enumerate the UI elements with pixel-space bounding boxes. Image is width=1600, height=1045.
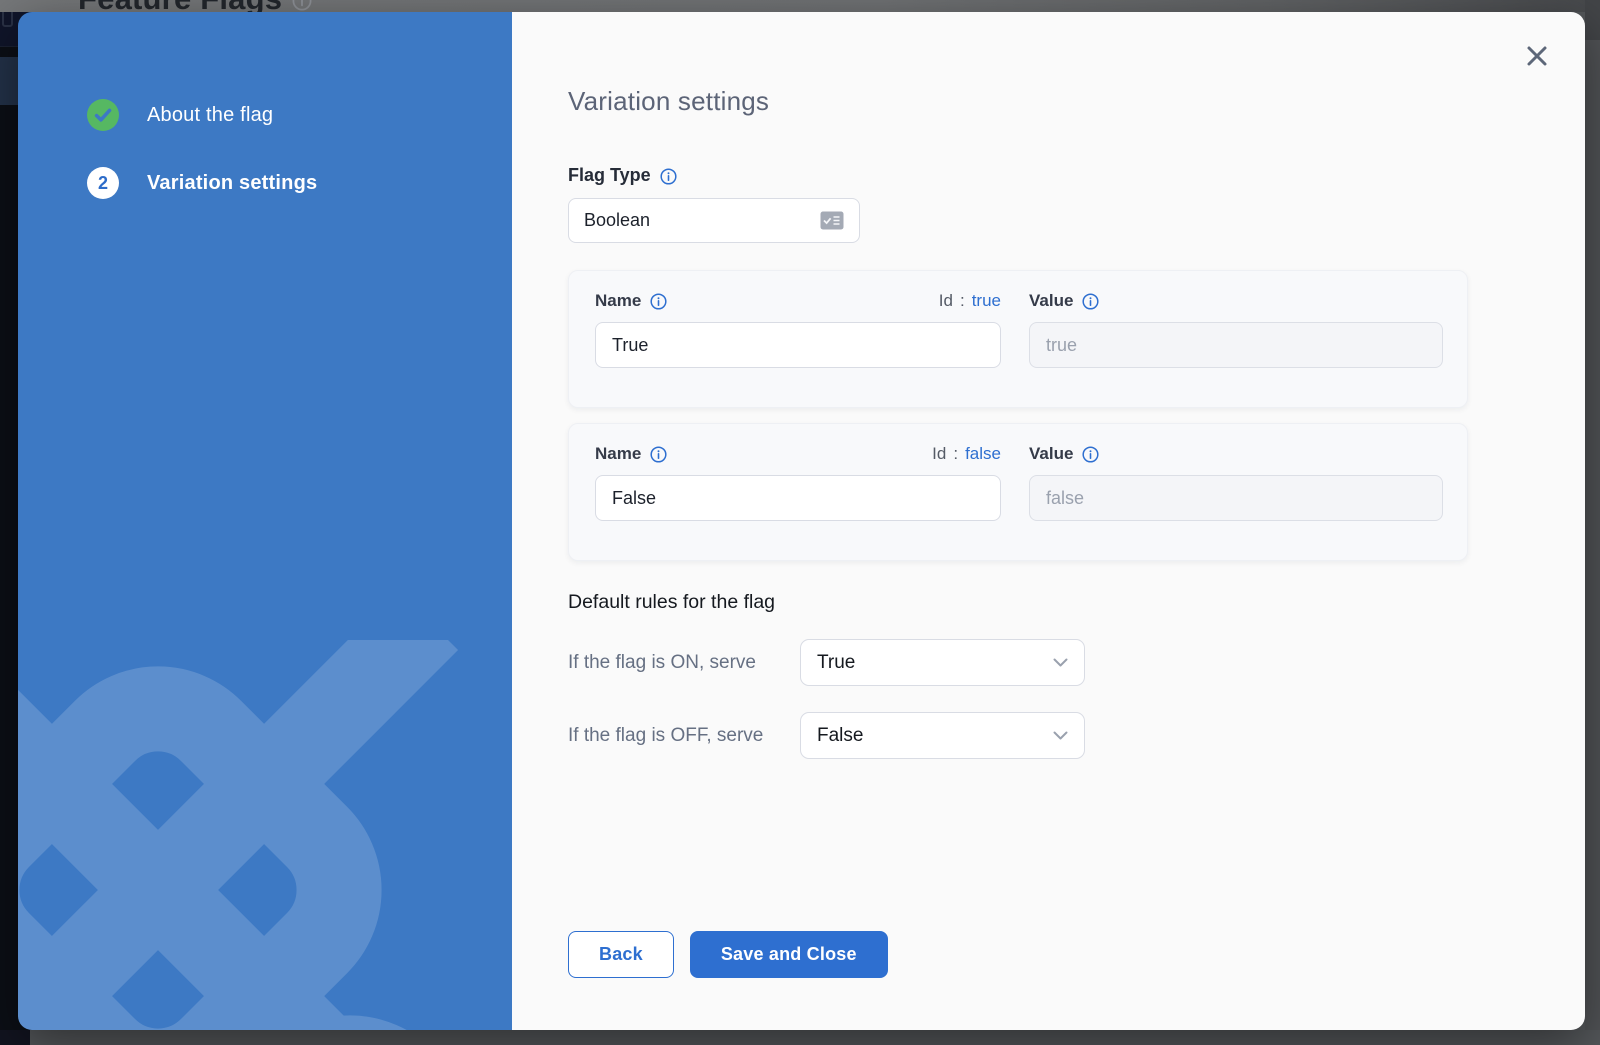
serve-when-off-select[interactable]: False bbox=[800, 712, 1085, 759]
save-and-close-button[interactable]: Save and Close bbox=[690, 931, 888, 978]
variation-id-value: true bbox=[972, 291, 1001, 311]
chevron-down-icon bbox=[1053, 731, 1068, 740]
background-right-edge-top bbox=[1585, 0, 1600, 40]
info-icon[interactable] bbox=[650, 293, 667, 310]
variation-card-true: Name Id : true Value bbox=[568, 270, 1468, 408]
background-page-title: Feature Flags bbox=[78, 0, 282, 12]
info-icon[interactable] bbox=[1082, 293, 1099, 310]
variation-id-value: false bbox=[965, 444, 1001, 464]
variation-id: Id : true bbox=[939, 291, 1001, 311]
flag-type-select[interactable]: Boolean bbox=[568, 198, 860, 243]
default-rules-title: Default rules for the flag bbox=[568, 591, 1585, 614]
info-icon[interactable] bbox=[660, 168, 677, 185]
step-label: About the flag bbox=[147, 104, 273, 127]
panel-title: Variation settings bbox=[568, 86, 1585, 117]
serve-when-on-select[interactable]: True bbox=[800, 639, 1085, 686]
step-2-badge-icon: 2 bbox=[87, 167, 119, 199]
name-label: Name bbox=[595, 291, 641, 311]
close-icon bbox=[1525, 44, 1549, 68]
info-icon[interactable] bbox=[1082, 446, 1099, 463]
value-label: Value bbox=[1029, 291, 1073, 311]
background-bottom-edge bbox=[0, 1030, 1600, 1045]
flag-type-label: Flag Type bbox=[568, 165, 651, 186]
variation-value-input[interactable] bbox=[1029, 322, 1443, 368]
variation-name-input[interactable] bbox=[595, 475, 1001, 521]
wizard-sidebar: About the flag 2 Variation settings bbox=[18, 12, 512, 1030]
rule-row-on: If the flag is ON, serve True bbox=[568, 639, 1585, 686]
variation-settings-panel: Variation settings Flag Type Boolean Nam… bbox=[512, 12, 1585, 1030]
rule-on-label: If the flag is ON, serve bbox=[568, 652, 800, 674]
step-about-the-flag[interactable]: About the flag bbox=[87, 99, 512, 131]
background-right-edge bbox=[1585, 0, 1600, 1045]
name-label: Name bbox=[595, 444, 641, 464]
value-label: Value bbox=[1029, 444, 1073, 464]
variation-id: Id : false bbox=[932, 444, 1001, 464]
step-complete-check-icon bbox=[87, 99, 119, 131]
serve-when-on-value: True bbox=[817, 652, 1053, 674]
variation-name-input[interactable] bbox=[595, 322, 1001, 368]
rule-off-label: If the flag is OFF, serve bbox=[568, 725, 800, 747]
flag-type-value: Boolean bbox=[584, 210, 820, 231]
brand-watermark-icon bbox=[18, 640, 512, 1030]
step-label: Variation settings bbox=[147, 172, 317, 195]
variation-value-input[interactable] bbox=[1029, 475, 1443, 521]
step-variation-settings[interactable]: 2 Variation settings bbox=[87, 167, 512, 199]
flag-wizard-modal: About the flag 2 Variation settings Vari… bbox=[18, 12, 1585, 1030]
back-button[interactable]: Back bbox=[568, 931, 674, 978]
rule-row-off: If the flag is OFF, serve False bbox=[568, 712, 1585, 759]
variation-card-false: Name Id : false Value bbox=[568, 423, 1468, 561]
close-button[interactable] bbox=[1521, 40, 1553, 72]
background-bottom-nav-notch bbox=[0, 1030, 30, 1045]
info-icon bbox=[292, 0, 312, 11]
background-page-header: Feature Flags bbox=[0, 0, 1600, 12]
boolean-type-icon bbox=[820, 211, 844, 230]
chevron-down-icon bbox=[1053, 658, 1068, 667]
info-icon[interactable] bbox=[650, 446, 667, 463]
serve-when-off-value: False bbox=[817, 725, 1053, 747]
